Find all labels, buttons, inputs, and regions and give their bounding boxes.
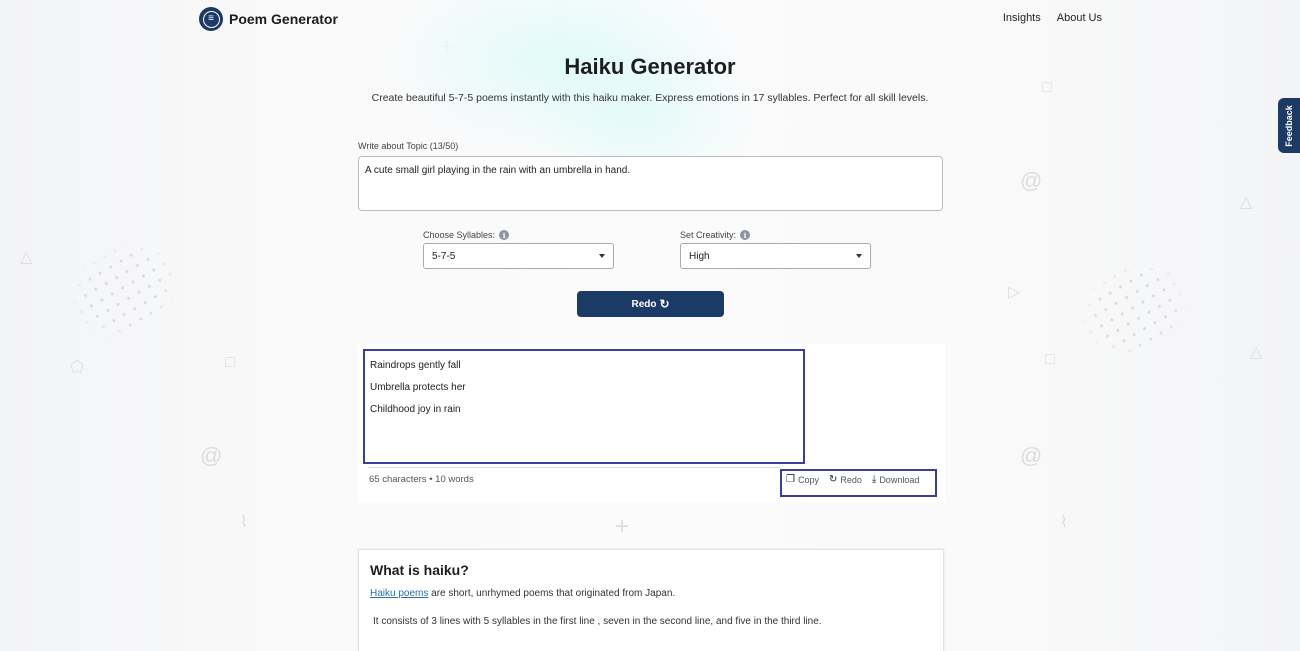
haiku-poems-link[interactable]: Haiku poems bbox=[370, 588, 428, 599]
nav-insights[interactable]: Insights bbox=[1003, 12, 1041, 24]
brand-link[interactable]: ≡ Poem Generator bbox=[199, 7, 338, 31]
redo-button[interactable]: ↻ Redo bbox=[829, 474, 862, 485]
info-heading: What is haiku? bbox=[370, 562, 469, 578]
feedback-label: Feedback bbox=[1284, 104, 1294, 147]
redo-icon: ↻ bbox=[828, 474, 838, 485]
info-paragraph: Haiku poems are short, unrhymed poems th… bbox=[370, 588, 932, 599]
redo-button-label: Redo bbox=[631, 298, 657, 310]
poem-logo-icon: ≡ bbox=[199, 7, 223, 31]
download-button[interactable]: ⤓ Download bbox=[872, 474, 919, 485]
decorative-triangle-icon: △ bbox=[20, 249, 33, 266]
info-paragraph: It consists of 3 lines with 5 syllables … bbox=[373, 616, 822, 627]
creativity-label-text: Set Creativity: bbox=[680, 230, 737, 240]
feedback-tab[interactable]: Feedback bbox=[1278, 98, 1300, 153]
topic-label: Write about Topic (13/50) bbox=[358, 141, 459, 151]
decorative-dots bbox=[54, 223, 196, 357]
decorative-spiral-icon: @ bbox=[200, 443, 223, 468]
creativity-label: Set Creativity: i bbox=[680, 230, 751, 240]
decorative-zigzag-icon: ⌇ bbox=[1060, 514, 1068, 531]
decorative-square-icon: □ bbox=[1045, 351, 1055, 368]
haiku-line: Raindrops gently fall bbox=[370, 360, 461, 371]
redo-icon: ↻ bbox=[659, 297, 670, 311]
download-label: Download bbox=[879, 474, 920, 485]
creativity-select[interactable]: High bbox=[680, 243, 871, 269]
brand-name: Poem Generator bbox=[229, 11, 338, 27]
main-nav: Insights About Us bbox=[1003, 12, 1102, 24]
info-paragraph-text: are short, unrhymed poems that originate… bbox=[428, 588, 676, 599]
divider bbox=[368, 467, 780, 468]
decorative-spiral-icon: @ bbox=[1020, 443, 1043, 468]
decorative-zigzag-icon: ⌇ bbox=[240, 514, 248, 531]
decorative-spiral-icon: @ bbox=[1020, 168, 1043, 193]
decorative-triangle-icon: △ bbox=[1240, 194, 1253, 211]
decorative-square-icon: □ bbox=[225, 354, 235, 371]
site-header: ≡ Poem Generator Insights About Us bbox=[0, 0, 1300, 36]
nav-about-us[interactable]: About Us bbox=[1057, 12, 1102, 24]
decorative-triangle-icon: △ bbox=[1250, 344, 1263, 361]
copy-label: Copy bbox=[797, 474, 819, 485]
decorative-pentagon-icon: ⬠ bbox=[70, 359, 84, 376]
download-icon: ⤓ bbox=[871, 474, 877, 485]
output-stats: 65 characters • 10 words bbox=[369, 474, 474, 485]
topic-input[interactable]: A cute small girl playing in the rain wi… bbox=[358, 156, 943, 211]
decorative-triangle-icon: ▷ bbox=[1008, 284, 1021, 301]
decorative-cross-icon: + bbox=[615, 513, 630, 540]
syllables-label: Choose Syllables: i bbox=[423, 230, 510, 240]
copy-button[interactable]: ❐ Copy bbox=[786, 474, 819, 485]
chevron-down-icon bbox=[599, 254, 605, 258]
page-subtitle: Create beautiful 5-7-5 poems instantly w… bbox=[371, 92, 929, 104]
redo-label: Redo bbox=[840, 474, 862, 485]
redo-generate-button[interactable]: Redo ↻ bbox=[577, 291, 724, 317]
what-is-haiku-card: What is haiku? Haiku poems are short, un… bbox=[358, 549, 944, 651]
syllables-label-text: Choose Syllables: bbox=[423, 230, 496, 240]
chevron-down-icon bbox=[856, 254, 862, 258]
info-icon[interactable]: i bbox=[499, 230, 510, 240]
haiku-output: Raindrops gently fall Umbrella protects … bbox=[363, 349, 805, 464]
haiku-line: Childhood joy in rain bbox=[370, 404, 461, 415]
copy-icon: ❐ bbox=[786, 474, 795, 485]
output-actions: ❐ Copy ↻ Redo ⤓ Download bbox=[780, 469, 937, 497]
info-icon[interactable]: i bbox=[740, 230, 751, 240]
result-panel: Raindrops gently fall Umbrella protects … bbox=[358, 344, 945, 502]
page-title: Haiku Generator bbox=[564, 54, 736, 79]
haiku-line: Umbrella protects her bbox=[370, 382, 466, 393]
syllables-selected-value: 5-7-5 bbox=[432, 250, 456, 262]
syllables-select[interactable]: 5-7-5 bbox=[423, 243, 614, 269]
creativity-selected-value: High bbox=[689, 250, 710, 262]
decorative-dots bbox=[1064, 243, 1206, 377]
